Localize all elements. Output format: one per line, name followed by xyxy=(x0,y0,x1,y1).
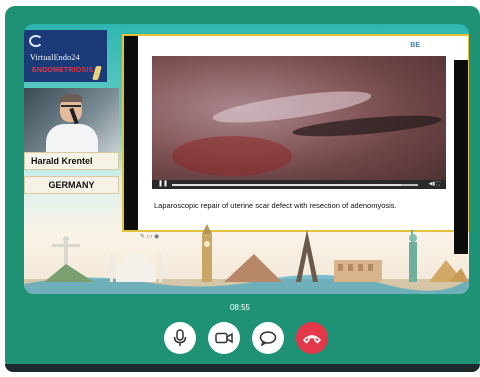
window-bottom-bar xyxy=(5,364,480,372)
camera-button[interactable] xyxy=(208,322,240,354)
world-landmarks-illustration xyxy=(24,224,469,294)
chat-button[interactable] xyxy=(252,322,284,354)
awareness-ribbon-icon xyxy=(92,66,102,80)
slide-corner-text: BE xyxy=(410,42,420,49)
speaker-shirt xyxy=(46,124,98,152)
slide-caption: Laparoscopic repair of uterine scar defe… xyxy=(154,201,397,210)
video-controls: ❚❚ ◀▮ ⛶ xyxy=(152,180,446,189)
event-logo-title: VirtualEndo24 xyxy=(30,53,80,62)
end-call-icon xyxy=(303,335,321,344)
event-logo-icon xyxy=(29,35,43,47)
video-camera-icon xyxy=(215,332,233,344)
shared-screen: VirtualEndo24 ENDOMETRIOSIS Harald Krent… xyxy=(24,24,469,294)
event-logo: VirtualEndo24 ENDOMETRIOSIS xyxy=(24,30,107,82)
call-timer: 08:55 xyxy=(229,303,251,312)
event-logo-subtitle: ENDOMETRIOSIS xyxy=(32,67,94,74)
microphone-icon xyxy=(173,329,187,346)
chat-icon xyxy=(259,331,277,346)
video-tissue xyxy=(172,136,292,176)
slide-top-box xyxy=(398,36,468,58)
surgery-video[interactable]: ❚❚ ◀▮ ⛶ xyxy=(152,56,446,189)
speaker-hair xyxy=(60,94,82,102)
presentation-slide: BE ❚❚ ◀▮ ⛶ Laparoscopic repair of uterin… xyxy=(122,34,469,254)
speaker-video xyxy=(24,88,119,152)
slide-left-bar xyxy=(124,36,138,230)
speaker-name: Harald Krentel xyxy=(24,152,119,170)
video-progress-fill xyxy=(172,184,401,186)
video-progress-bar[interactable] xyxy=(172,184,418,186)
volume-fullscreen-icon[interactable]: ◀▮ ⛶ xyxy=(429,181,441,187)
pause-icon[interactable]: ❚❚ xyxy=(158,181,168,187)
mute-button[interactable] xyxy=(164,322,196,354)
speaker-country: GERMANY xyxy=(24,176,119,194)
end-call-button[interactable] xyxy=(296,322,328,354)
